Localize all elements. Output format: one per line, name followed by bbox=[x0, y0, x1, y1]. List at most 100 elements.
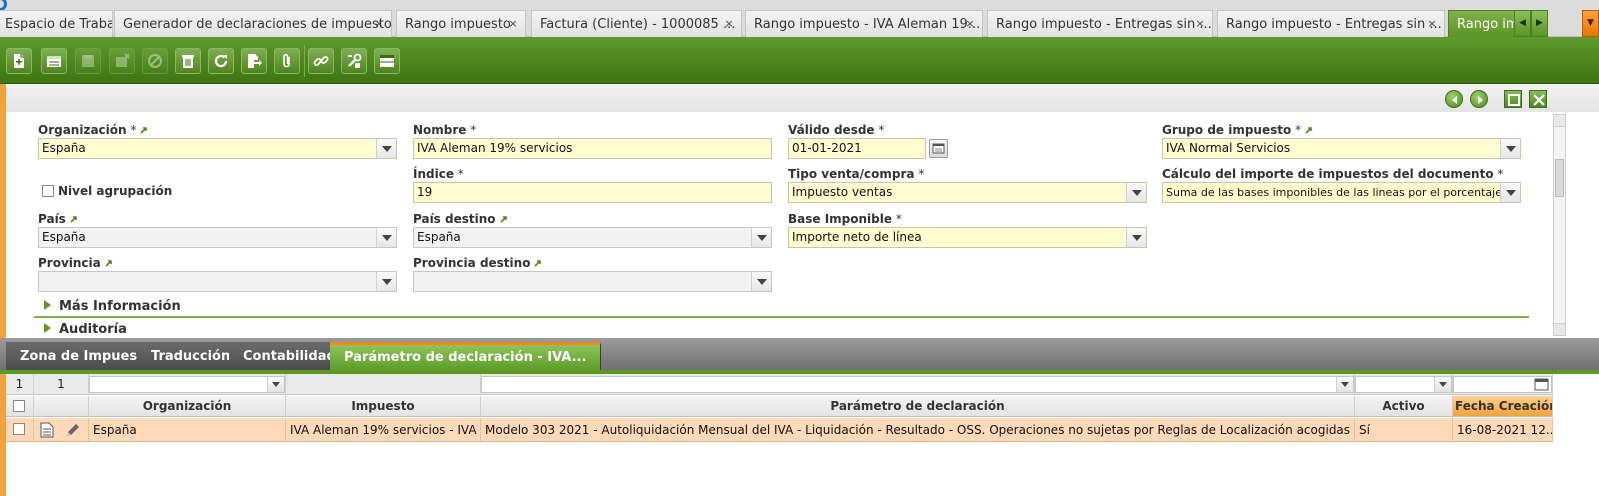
filter-activo[interactable] bbox=[1355, 376, 1452, 393]
nivel-agrupacion-checkbox[interactable] bbox=[42, 185, 54, 197]
grid-view-icon[interactable] bbox=[374, 48, 400, 74]
open-record-icon[interactable] bbox=[40, 422, 54, 438]
tab-factura-cliente[interactable]: Factura (Cliente) - 1000085 ... × bbox=[531, 10, 742, 37]
organizacion-select[interactable]: España bbox=[38, 138, 397, 159]
chevron-down-icon[interactable] bbox=[1336, 377, 1353, 392]
filter-activo-cell bbox=[1355, 374, 1453, 394]
previous-record-icon[interactable] bbox=[1445, 90, 1463, 108]
scrollbar-thumb[interactable] bbox=[1555, 159, 1564, 197]
form-header-bar bbox=[6, 84, 1599, 112]
save-close-icon[interactable] bbox=[109, 48, 135, 74]
tab-label: Espacio de Trabajo bbox=[5, 17, 112, 32]
close-window-icon[interactable] bbox=[1529, 90, 1547, 108]
close-icon[interactable]: × bbox=[1426, 18, 1438, 30]
pais-destino-select[interactable]: España bbox=[413, 227, 772, 248]
filter-organizacion[interactable] bbox=[89, 376, 285, 393]
field-link-icon[interactable] bbox=[499, 215, 508, 223]
section-divider bbox=[34, 316, 1529, 318]
calendar-icon[interactable] bbox=[1534, 377, 1549, 392]
indice-input[interactable]: 19 bbox=[413, 182, 772, 203]
calculo-select[interactable]: Suma de las bases imponibles de las line… bbox=[1162, 182, 1521, 203]
chevron-down-icon[interactable] bbox=[1500, 139, 1520, 158]
field-link-icon[interactable] bbox=[534, 259, 542, 267]
field-link-icon[interactable] bbox=[1305, 126, 1313, 134]
cell-impuesto: IVA Aleman 19% servicios - IVA N... bbox=[286, 418, 481, 441]
row-checkbox[interactable] bbox=[13, 423, 25, 435]
column-header-activo[interactable]: Activo bbox=[1355, 396, 1453, 416]
pais-select[interactable]: España bbox=[38, 227, 397, 248]
tab-parametro-declaracion[interactable]: Parámetro de declaración - IVA... bbox=[330, 342, 602, 372]
close-icon[interactable]: × bbox=[373, 18, 385, 30]
column-header-fecha-creacion[interactable]: Fecha Creación ▲ bbox=[1453, 396, 1553, 416]
section-auditoria[interactable]: Auditoría bbox=[44, 322, 127, 337]
tab-rango-active[interactable]: Rango imp bbox=[1448, 10, 1516, 37]
section-mas-informacion[interactable]: Más Información bbox=[44, 299, 181, 314]
grupo-impuesto-select[interactable]: IVA Normal Servicios bbox=[1162, 138, 1521, 159]
tipo-venta-select[interactable]: Impuesto ventas bbox=[788, 182, 1147, 203]
column-header-impuesto[interactable]: Impuesto bbox=[286, 396, 481, 416]
nombre-input[interactable]: IVA Aleman 19% servicios bbox=[413, 138, 772, 159]
scroll-up-icon[interactable] bbox=[1554, 115, 1565, 127]
export-icon[interactable] bbox=[241, 48, 267, 74]
chevron-down-icon[interactable] bbox=[376, 228, 396, 247]
chevron-down-icon[interactable] bbox=[376, 272, 396, 291]
chevron-down-icon[interactable] bbox=[1500, 183, 1520, 202]
base-imponible-label: Base Imponible * bbox=[788, 212, 902, 226]
expand-arrow-icon bbox=[44, 323, 51, 333]
table-row[interactable]: España IVA Aleman 19% servicios - IVA N.… bbox=[6, 418, 1553, 442]
tools-icon[interactable] bbox=[341, 48, 367, 74]
provincia-select[interactable] bbox=[38, 271, 397, 292]
attach-icon[interactable] bbox=[274, 48, 300, 74]
refresh-icon[interactable] bbox=[208, 48, 234, 74]
nombre-label: Nombre * bbox=[413, 123, 477, 137]
column-header-organizacion[interactable]: Organización bbox=[89, 396, 286, 416]
close-icon[interactable]: × bbox=[507, 18, 519, 30]
field-link-icon[interactable] bbox=[105, 259, 113, 267]
chevron-down-icon[interactable] bbox=[376, 139, 396, 158]
chevron-down-icon[interactable] bbox=[1126, 183, 1146, 202]
chevron-down-icon[interactable] bbox=[751, 228, 771, 247]
edit-pencil-icon[interactable] bbox=[65, 422, 81, 438]
new-record-icon[interactable] bbox=[41, 48, 67, 74]
chevron-down-icon[interactable] bbox=[1126, 228, 1146, 247]
tab-label: Rango impuesto - Entregas sin ... bbox=[1226, 17, 1442, 32]
delete-icon[interactable] bbox=[175, 48, 201, 74]
tab-list-menu-icon[interactable]: ▼ bbox=[1582, 10, 1599, 37]
close-icon[interactable]: × bbox=[964, 18, 976, 30]
tab-label: Rango impuesto - IVA Aleman 19... bbox=[754, 17, 981, 32]
tab-rango-iva-aleman[interactable]: Rango impuesto - IVA Aleman 19... × bbox=[745, 10, 983, 37]
next-record-icon[interactable] bbox=[1470, 90, 1488, 108]
chevron-down-icon[interactable] bbox=[1434, 377, 1451, 392]
chevron-down-icon[interactable] bbox=[267, 377, 284, 392]
tab-espacio-trabajo[interactable]: Espacio de Trabajo bbox=[0, 10, 113, 37]
field-link-icon[interactable] bbox=[140, 126, 148, 134]
select-all-checkbox[interactable] bbox=[13, 400, 25, 412]
tab-rango-entregas-1[interactable]: Rango impuesto - Entregas sin ... × bbox=[987, 10, 1213, 37]
tab-generador-declaraciones[interactable]: Generador de declaraciones de impuestos … bbox=[114, 10, 392, 37]
valido-desde-input[interactable]: 01-01-2021 bbox=[788, 138, 926, 159]
tab-scroll-left-icon[interactable]: ◀ bbox=[1514, 10, 1531, 37]
filter-parametro[interactable] bbox=[481, 376, 1354, 393]
tab-scroll-right-icon[interactable]: ▶ bbox=[1531, 10, 1548, 37]
calendar-icon[interactable] bbox=[929, 139, 948, 158]
field-link-icon[interactable] bbox=[70, 215, 78, 223]
provincia-destino-select[interactable] bbox=[413, 271, 772, 292]
save-icon[interactable] bbox=[75, 48, 101, 74]
tab-label: Rango impuesto - Entregas sin ... bbox=[996, 17, 1212, 32]
scroll-down-icon[interactable] bbox=[1554, 323, 1565, 335]
tab-rango-entregas-2[interactable]: Rango impuesto - Entregas sin ... × bbox=[1217, 10, 1445, 37]
close-icon[interactable]: × bbox=[723, 18, 735, 30]
provincia-label: Provincia bbox=[38, 256, 113, 270]
maximize-icon[interactable] bbox=[1504, 90, 1522, 108]
base-imponible-select[interactable]: Importe neto de línea bbox=[788, 227, 1147, 248]
tab-label: Factura (Cliente) - 1000085 ... bbox=[540, 17, 736, 32]
link-icon[interactable] bbox=[308, 48, 334, 74]
new-document-icon[interactable] bbox=[6, 48, 32, 74]
form-scrollbar[interactable] bbox=[1553, 114, 1566, 336]
tab-rango-impuesto[interactable]: Rango impuesto × bbox=[396, 10, 526, 37]
indice-label: Índice * bbox=[413, 167, 464, 181]
column-header-parametro[interactable]: Parámetro de declaración bbox=[481, 396, 1355, 416]
cancel-icon[interactable] bbox=[142, 48, 168, 74]
close-icon[interactable]: × bbox=[1194, 18, 1206, 30]
chevron-down-icon[interactable] bbox=[751, 272, 771, 291]
